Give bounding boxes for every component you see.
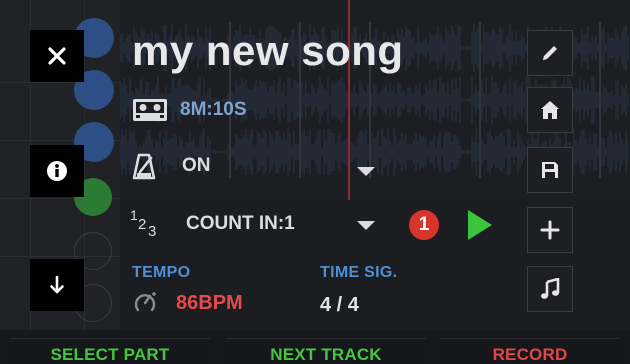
metronome-value: ON — [182, 155, 211, 176]
save-icon — [542, 162, 558, 178]
download-button[interactable] — [30, 259, 84, 311]
count-in-icon: 1 2 3 — [130, 207, 164, 240]
count-in-dropdown-caret[interactable] — [357, 221, 375, 230]
metronome-row[interactable]: ON — [132, 152, 211, 180]
count-glyph-1: 1 — [130, 207, 138, 223]
count-in-value: COUNT IN:1 — [186, 213, 295, 234]
count-glyph-3: 3 — [148, 223, 157, 240]
count-glyph-2: 2 — [138, 216, 147, 233]
time-sig-caption: TIME SIG. — [320, 264, 398, 281]
metronome-dropdown-caret[interactable] — [357, 167, 375, 176]
metronome-icon — [132, 153, 156, 180]
info-button[interactable] — [30, 145, 84, 197]
home-button[interactable] — [527, 87, 573, 133]
music-button[interactable] — [527, 266, 573, 312]
close-icon — [48, 47, 66, 65]
plus-icon — [540, 220, 560, 240]
home-icon — [541, 101, 559, 119]
duration-row: 8M:10S — [132, 98, 247, 122]
count-in-badge: 1 — [409, 210, 439, 240]
info-icon — [47, 161, 67, 181]
count-in-row[interactable]: 1 2 3 COUNT IN:1 — [130, 207, 295, 240]
record-button[interactable]: RECORD — [440, 338, 620, 364]
save-button[interactable] — [527, 147, 573, 193]
next-track-button[interactable]: NEXT TRACK — [226, 338, 426, 364]
tape-icon — [133, 99, 167, 121]
tempo-value: 86BPM — [176, 291, 243, 314]
song-title[interactable]: my new song — [132, 30, 404, 72]
select-part-button[interactable]: SELECT PART — [10, 338, 210, 364]
tap-tempo-icon — [134, 292, 156, 312]
time-sig-value[interactable]: 4 / 4 — [320, 294, 359, 317]
edit-title-button[interactable] — [527, 30, 573, 76]
duration-value: 8M:10S — [180, 99, 247, 120]
play-icon[interactable] — [468, 210, 492, 240]
close-button[interactable] — [30, 30, 84, 82]
add-button[interactable] — [527, 207, 573, 253]
song-settings-screen: my new song 8M:10S ON 1 2 3 COUNT IN:1 1… — [0, 0, 630, 364]
pencil-icon — [543, 46, 557, 60]
music-note-icon — [541, 278, 560, 299]
tempo-caption: TEMPO — [132, 264, 191, 281]
tempo-row[interactable]: 86BPM — [132, 290, 243, 316]
arrow-down-icon — [50, 275, 64, 294]
